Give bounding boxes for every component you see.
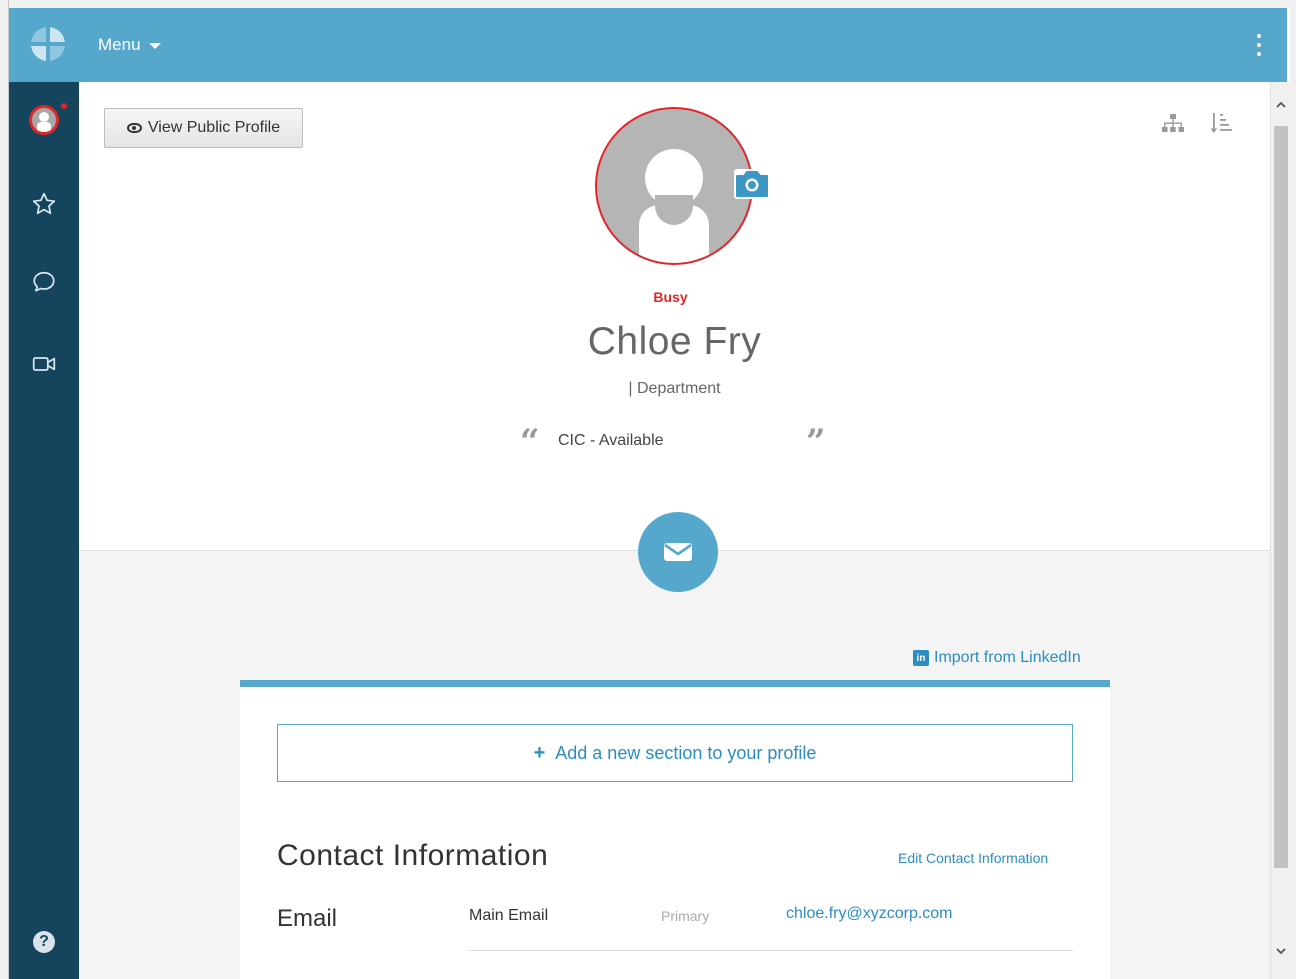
linkedin-icon: in	[913, 650, 929, 666]
edit-contact-link[interactable]: Edit Contact Information	[898, 850, 1048, 866]
sidebar-item-avatar[interactable]	[9, 100, 79, 140]
add-section-label: Add a new section to your profile	[555, 742, 817, 763]
camera-icon[interactable]	[733, 166, 771, 200]
profile-avatar[interactable]	[595, 107, 753, 265]
profile-tools	[1160, 110, 1234, 136]
email-row-label: Email	[277, 905, 338, 932]
presence-status: Busy	[653, 289, 688, 305]
view-public-profile-button[interactable]: View Public Profile	[104, 108, 303, 148]
import-linkedin-link[interactable]: in Import from LinkedIn	[913, 649, 1081, 667]
window-frame-right	[1290, 0, 1296, 979]
envelope-icon	[664, 543, 692, 561]
sidebar-item-favorites[interactable]	[9, 184, 79, 224]
sidebar-item-help[interactable]: ?	[9, 922, 79, 962]
quote-close-icon: ”	[806, 422, 826, 462]
scroll-thumb[interactable]	[1274, 126, 1288, 868]
org-chart-icon[interactable]	[1160, 110, 1186, 136]
import-linkedin-label: Import from LinkedIn	[934, 649, 1081, 666]
vertical-scrollbar[interactable]	[1270, 82, 1290, 979]
help-icon: ?	[33, 931, 55, 953]
notification-badge	[61, 103, 67, 109]
menu-label: Menu	[98, 35, 141, 54]
sidebar-item-chat[interactable]	[9, 262, 79, 302]
profile-department: | Department	[628, 380, 721, 397]
profile-card: + Add a new section to your profile Cont…	[240, 680, 1110, 979]
star-icon	[32, 192, 56, 215]
status-message-text: CIC - Available	[558, 432, 664, 449]
main-content: View Public Profile Busy Chloe Fry | Dep…	[79, 82, 1270, 979]
profile-name: Chloe Fry	[587, 320, 762, 363]
contact-info-title: Contact Information	[277, 839, 549, 872]
plus-icon: +	[533, 741, 546, 764]
menu-button[interactable]: Menu	[98, 35, 161, 55]
primary-flag: Primary	[661, 908, 710, 924]
view-public-profile-label: View Public Profile	[147, 119, 281, 136]
sort-icon[interactable]	[1208, 110, 1234, 136]
sidebar: ?	[9, 82, 79, 979]
add-section-button[interactable]: + Add a new section to your profile	[277, 724, 1073, 782]
sidebar-item-video[interactable]	[9, 344, 79, 384]
app-logo-icon[interactable]	[30, 26, 66, 62]
user-avatar-icon	[29, 105, 59, 135]
email-address-link[interactable]: chloe.fry@xyzcorp.com	[786, 905, 953, 923]
profile-header: View Public Profile Busy Chloe Fry | Dep…	[79, 82, 1270, 551]
window-frame-left	[0, 0, 9, 979]
quote-open-icon: “	[520, 422, 540, 462]
more-options-icon[interactable]	[1257, 34, 1263, 56]
status-message[interactable]: “ CIC - Available ”	[520, 422, 830, 462]
window-frame-top	[0, 0, 1296, 8]
chat-bubble-icon	[33, 271, 55, 292]
eye-icon	[126, 123, 142, 133]
scroll-down-icon[interactable]	[1274, 944, 1288, 958]
row-divider	[469, 950, 1073, 951]
send-email-button[interactable]	[638, 512, 718, 592]
email-type: Main Email	[469, 907, 549, 924]
video-camera-icon	[32, 357, 56, 371]
caret-down-icon	[148, 43, 161, 49]
scroll-up-icon[interactable]	[1274, 98, 1288, 112]
top-bar: Menu	[9, 8, 1287, 82]
